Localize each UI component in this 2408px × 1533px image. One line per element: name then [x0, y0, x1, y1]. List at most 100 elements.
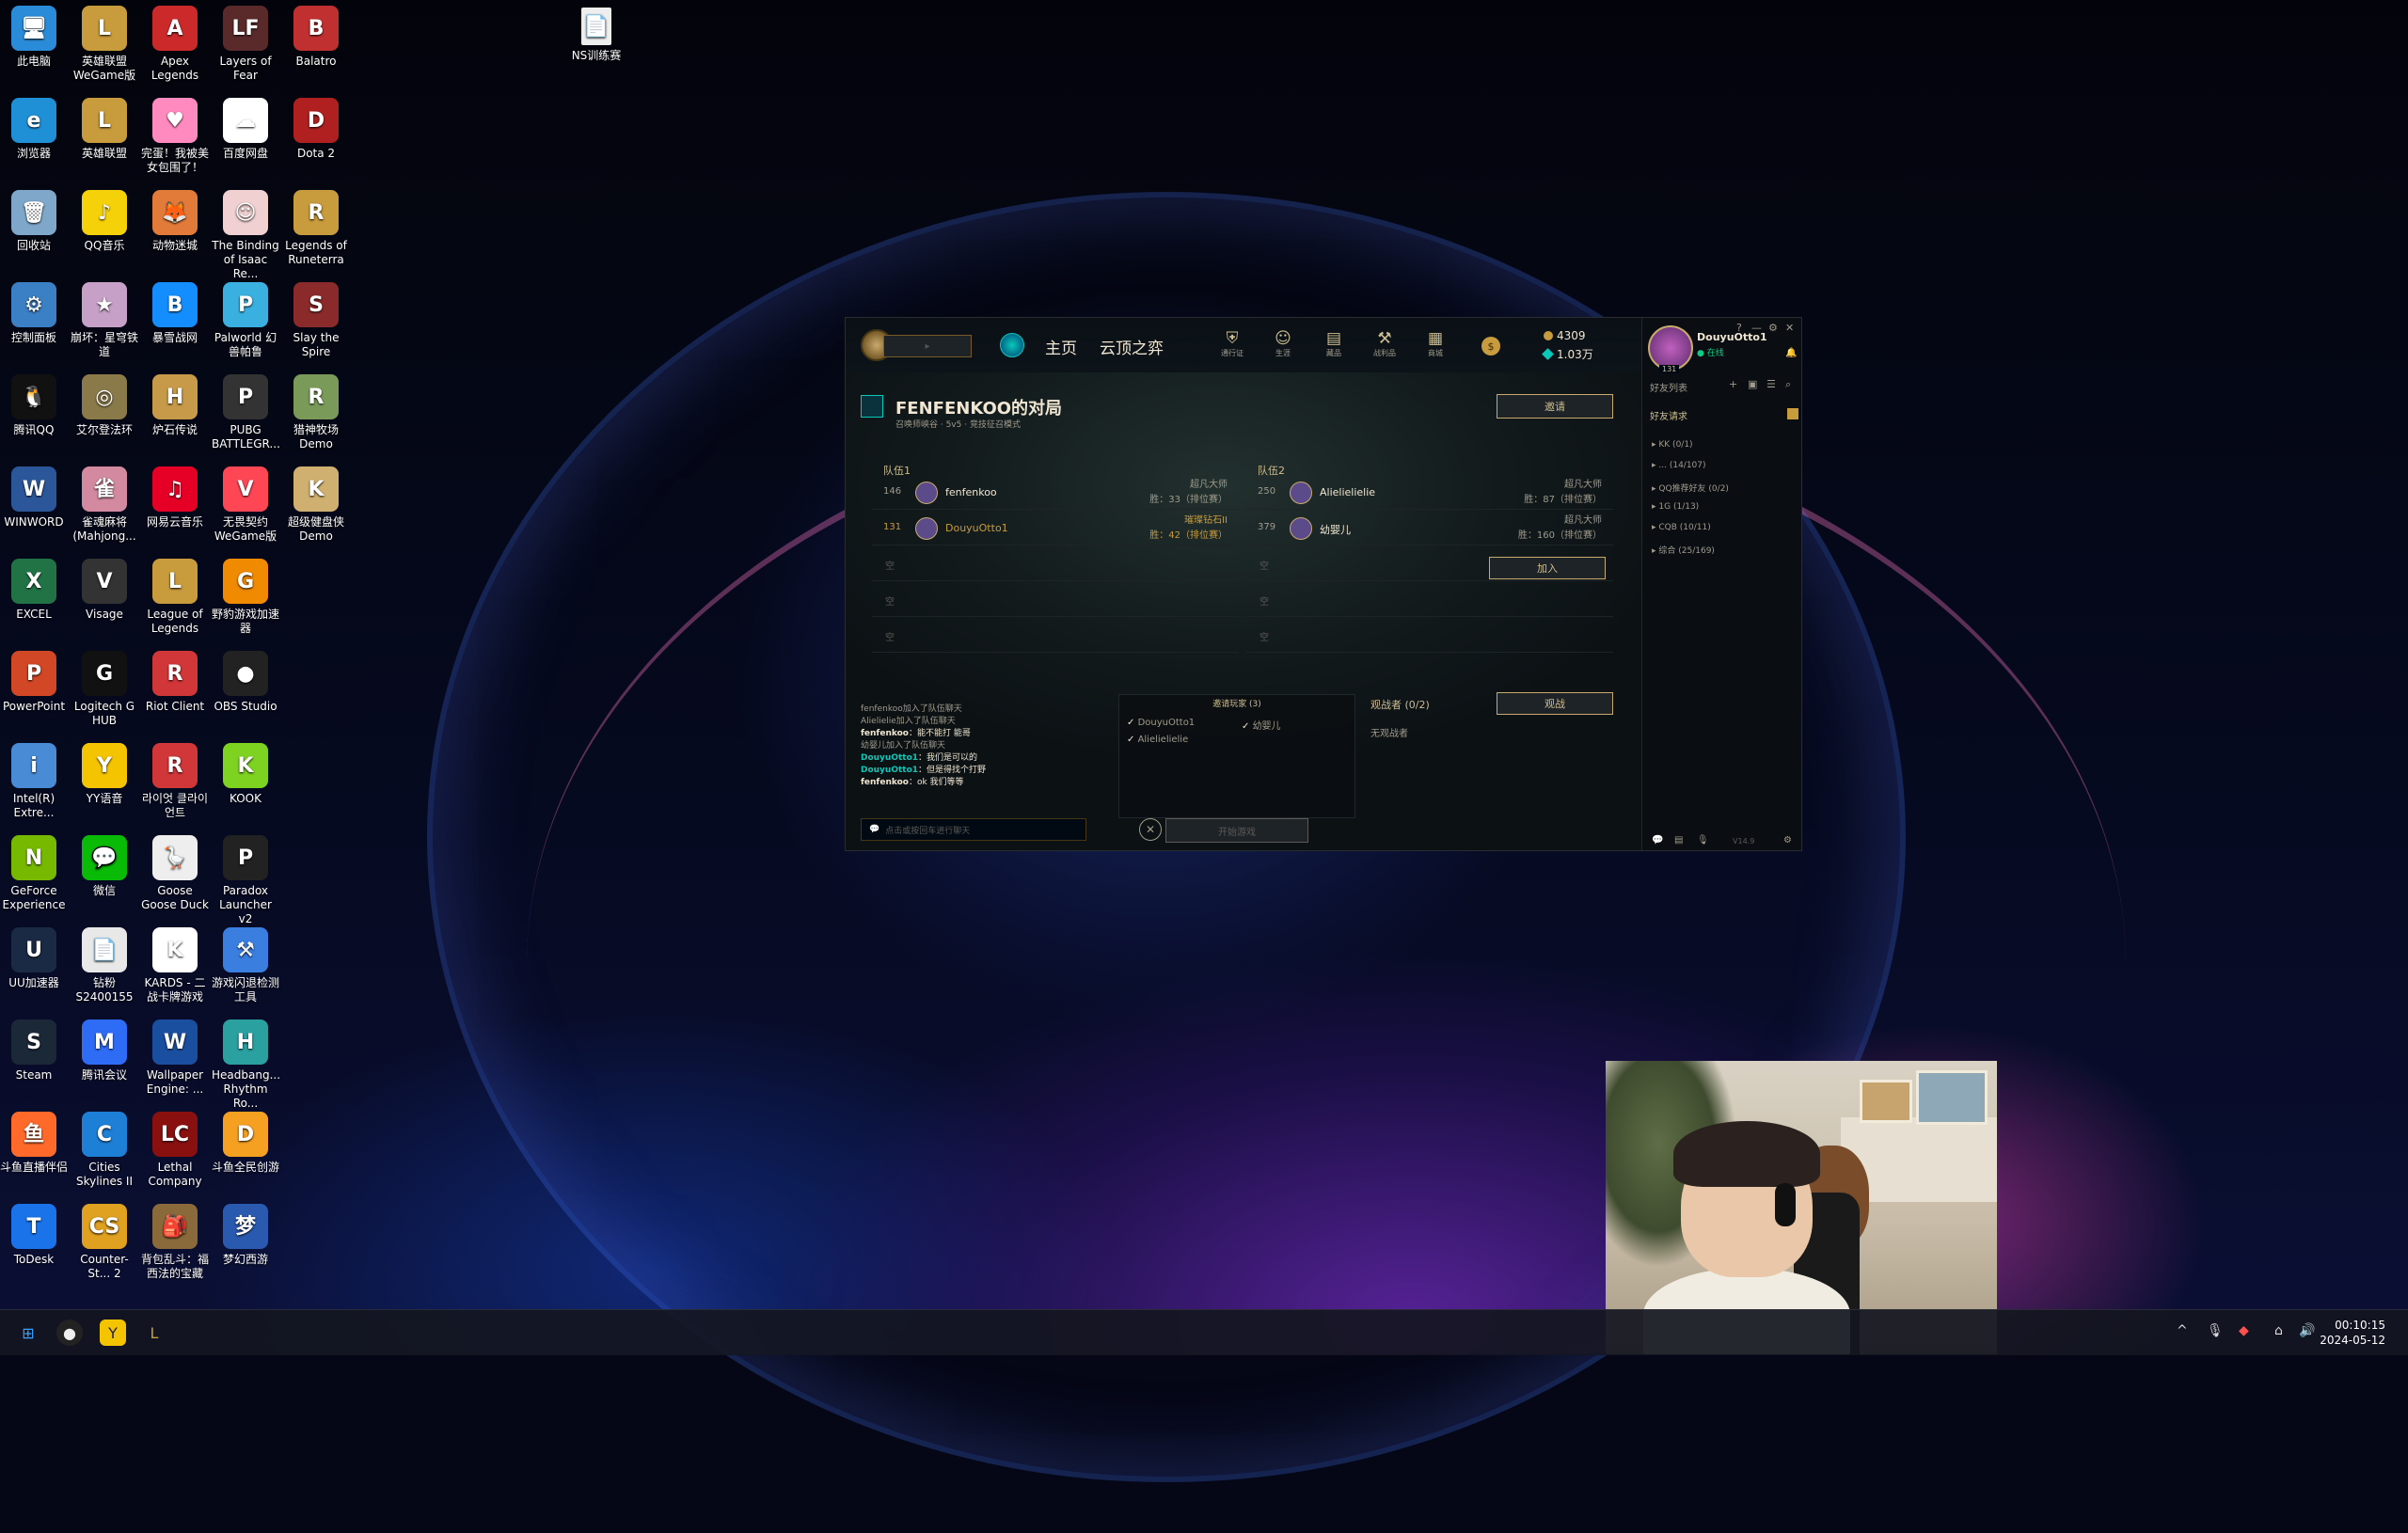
obs-taskbar-icon[interactable]: ● [56, 1320, 83, 1346]
close-icon[interactable]: ✕ [1785, 322, 1794, 334]
bell-icon[interactable]: 🔔 [1785, 348, 1797, 358]
desktop-icon[interactable]: R 猎神牧场 Demo [282, 371, 350, 451]
desktop-icon[interactable]: 🗑 回收站 [0, 186, 68, 253]
desktop-icon[interactable]: ☁ 百度网盘 [212, 94, 279, 161]
leave-lobby-button[interactable]: ✕ [1139, 818, 1162, 841]
mic-icon[interactable]: 🎙 [1697, 835, 1709, 846]
windows-start-icon[interactable]: ⊞ [15, 1320, 41, 1346]
header-pass-button[interactable]: ⛨ 通行证 [1216, 329, 1248, 358]
friend-group-general[interactable]: ▸ ... (14/107) [1652, 461, 1706, 470]
desktop-icon[interactable]: A Apex Legends [141, 2, 209, 83]
desktop-icon[interactable]: ☺ The Binding of Isaac Re... [212, 186, 279, 281]
desktop-icon[interactable]: T ToDesk [0, 1200, 68, 1267]
desktop-icon[interactable]: W Wallpaper Engine: ... [141, 1016, 209, 1097]
notes-icon[interactable]: ▤ [1674, 835, 1683, 846]
friend-group-misc[interactable]: ▸ 综合 (25/169) [1652, 544, 1715, 556]
friend-requests-header[interactable]: 好友请求 [1650, 408, 1687, 422]
tray-network-icon[interactable]: ⌂ [2274, 1323, 2283, 1338]
desktop-icon[interactable]: ⚙ 控制面板 [0, 278, 68, 345]
desktop-icon[interactable]: ★ 崩坏：星穹铁道 [71, 278, 138, 359]
desktop-icon[interactable]: 雀雀魂麻将(Mahjong... [71, 463, 138, 544]
desktop-icon[interactable]: 🐧 腾讯QQ [0, 371, 68, 437]
taskbar-clock[interactable]: 00:10:15 2024-05-12 [2320, 1318, 2385, 1348]
chat-toggle-icon[interactable]: 💬 [1652, 835, 1663, 846]
list-sort-icon[interactable]: ☰ [1766, 378, 1776, 390]
desktop-icon[interactable]: P Palworld 幻兽帕鲁 [212, 278, 279, 359]
desktop-icon[interactable]: Y YY语音 [71, 739, 138, 806]
desktop-file-ns[interactable]: 📄 NS训练赛 [562, 4, 630, 63]
desktop-icon[interactable]: CS Counter-St... 2 [71, 1200, 138, 1281]
spectate-button[interactable]: 观战 [1497, 692, 1613, 715]
desktop-icon[interactable]: M 腾讯会议 [71, 1016, 138, 1083]
header-store-button[interactable]: ▦ 商城 [1419, 329, 1451, 358]
desktop-icon[interactable]: G 野豹游戏加速器 [212, 555, 279, 636]
desktop-icon[interactable]: 🎒 背包乱斗：福西法的宝藏 [141, 1200, 209, 1281]
header-collection-button[interactable]: ▤ 藏品 [1318, 329, 1350, 358]
desktop-icon[interactable]: i Intel(R) Extre... [0, 739, 68, 820]
desktop-icon[interactable]: K KARDS - 二战卡牌游戏 [141, 924, 209, 1004]
desktop-icon[interactable]: L 英雄联盟WeGame版 [71, 2, 138, 83]
desktop-icon[interactable]: ♪ QQ音乐 [71, 186, 138, 253]
desktop-icon[interactable]: R Legends of Runeterra [282, 186, 350, 267]
friend-group-qq-recommend[interactable]: ▸ QQ推荐好友 (0/2) [1652, 482, 1729, 494]
add-friend-icon[interactable]: + [1729, 378, 1737, 390]
desktop-icon[interactable]: 🖥 此电脑 [0, 2, 68, 69]
desktop-icon[interactable]: 鱼斗鱼直播伴侣 [0, 1108, 68, 1175]
desktop-icon[interactable]: X EXCEL [0, 555, 68, 622]
friend-group-1g[interactable]: ▸ 1G (1/13) [1652, 502, 1699, 512]
play-button[interactable]: ▸ [883, 335, 972, 357]
desktop-icon[interactable]: ⚒ 游戏闪退检测工具 [212, 924, 279, 1004]
tab-home[interactable]: 主页 [1045, 335, 1077, 358]
team1-player-row[interactable]: 146 fenfenkoo 超凡大师 胜：33（排位赛） [872, 476, 1239, 510]
desktop-icon[interactable]: S Steam [0, 1016, 68, 1083]
desktop-icon[interactable]: V 无畏契约WeGame版 [212, 463, 279, 544]
tft-globe-icon[interactable] [1000, 333, 1024, 357]
desktop-icon[interactable]: B Balatro [282, 2, 350, 69]
desktop-icon[interactable]: 🪿 Goose Goose Duck [141, 831, 209, 912]
join-button[interactable]: 加入 [1489, 557, 1606, 579]
desktop-icon[interactable]: H 炉石传说 [141, 371, 209, 437]
desktop-icon[interactable]: D 斗鱼全民创游 [212, 1108, 279, 1175]
start-game-button[interactable]: 开始游戏 [1165, 818, 1308, 843]
search-icon[interactable]: ⌕ [1785, 378, 1791, 391]
my-avatar[interactable] [1648, 325, 1693, 371]
team1-player-row[interactable]: 131 DouyuOtto1 璀璨钻石II 胜：42（排位赛） [872, 512, 1239, 545]
desktop-icon[interactable]: S Slay the Spire [282, 278, 350, 359]
desktop-icon[interactable]: P PowerPoint [0, 647, 68, 714]
desktop-icon[interactable]: 💬 微信 [71, 831, 138, 898]
desktop-icon[interactable]: e 浏览器 [0, 94, 68, 161]
settings-gear-icon[interactable]: ⚙ [1783, 835, 1792, 846]
desktop-icon[interactable]: G Logitech G HUB [71, 647, 138, 728]
tray-mic-icon[interactable]: 🎙 [2207, 1323, 2224, 1338]
desktop-icon[interactable]: D Dota 2 [282, 94, 350, 161]
desktop-icon[interactable]: ● OBS Studio [212, 647, 279, 714]
tab-tft[interactable]: 云顶之弈 [1100, 335, 1164, 358]
add-folder-icon[interactable]: ▣ [1748, 378, 1757, 390]
desktop-icon[interactable]: L 英雄联盟 [71, 94, 138, 161]
yy-taskbar-icon[interactable]: Y [100, 1320, 126, 1346]
desktop-icon[interactable]: U UU加速器 [0, 924, 68, 990]
desktop-icon[interactable]: N GeForce Experience [0, 831, 68, 912]
desktop-icon[interactable]: C Cities Skylines II [71, 1108, 138, 1189]
desktop-icon[interactable]: P Paradox Launcher v2 [212, 831, 279, 926]
team2-player-row[interactable]: 379 幼婴儿 超凡大师 胜：160（排位赛） [1246, 512, 1613, 545]
bank-icon[interactable]: $ [1481, 337, 1500, 356]
desktop-icon[interactable]: R Riot Client [141, 647, 209, 714]
friend-group-cqb[interactable]: ▸ CQB (10/11) [1652, 523, 1711, 532]
lol-taskbar-icon[interactable]: L [141, 1320, 167, 1346]
desktop-icon[interactable]: ♫ 网易云音乐 [141, 463, 209, 529]
desktop-icon[interactable]: W WINWORD [0, 463, 68, 529]
tray-volume-icon[interactable]: 🔊 [2299, 1323, 2315, 1338]
desktop-icon[interactable]: R 라이엇 클라이언트 [141, 739, 209, 820]
header-profile-button[interactable]: ☺ 生涯 [1267, 329, 1299, 358]
desktop-icon[interactable]: K KOOK [212, 739, 279, 806]
desktop-icon[interactable]: P PUBG BATTLEGR... [212, 371, 280, 451]
tray-expand-icon[interactable]: ^ [2177, 1323, 2188, 1338]
team2-player-row[interactable]: 250 Alielielielie 超凡大师 胜：87（排位赛） [1246, 476, 1613, 510]
currency-display[interactable]: 4309 1.03万 [1542, 329, 1593, 363]
desktop-icon[interactable]: V Visage [71, 555, 138, 622]
desktop-icon[interactable]: LF Layers of Fear [212, 2, 279, 83]
desktop-icon[interactable]: K 超级健盘侠 Demo [282, 463, 350, 544]
friend-group-kk[interactable]: ▸ KK (0/1) [1652, 440, 1693, 450]
desktop-icon[interactable]: ♥ 完蛋！我被美女包围了！ [141, 94, 209, 175]
